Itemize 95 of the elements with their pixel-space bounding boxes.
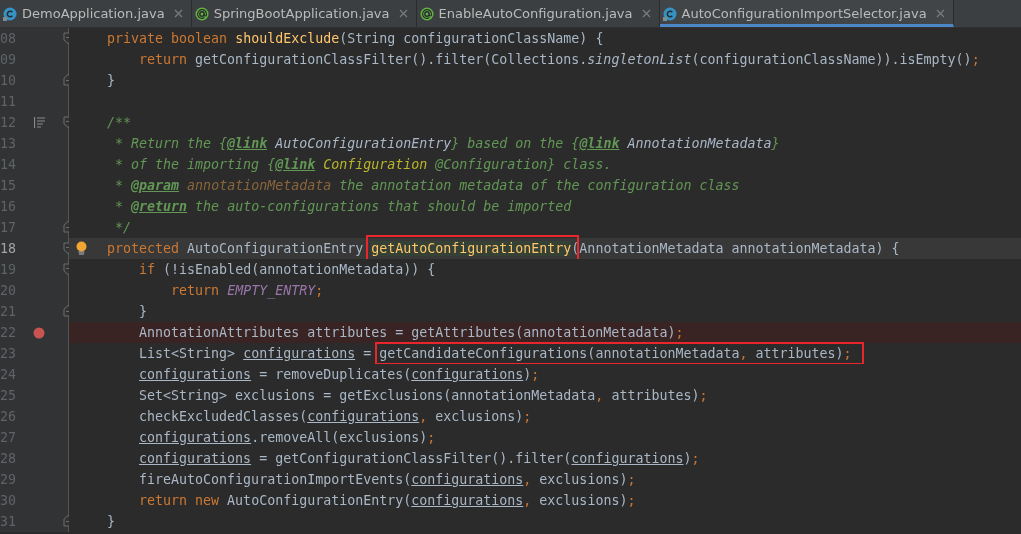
- close-icon[interactable]: [398, 9, 408, 18]
- variable-name: configurations: [411, 367, 524, 382]
- punctuation: ;: [627, 493, 636, 508]
- comment-text: *: [115, 178, 125, 193]
- comment-text: } based on the {: [451, 136, 580, 151]
- code-text: getConfigurationClassFilter().filter(Collections.: [195, 52, 588, 67]
- punctuation: ,: [419, 409, 428, 424]
- code-text: List<String>: [139, 346, 237, 361]
- close-icon[interactable]: [935, 9, 945, 18]
- variable-name: configurations: [411, 472, 524, 487]
- punctuation: ;: [531, 367, 540, 382]
- keyword: return: [139, 52, 189, 67]
- code-text: ): [523, 367, 532, 382]
- doc-reference: AutoConfigurationEntry: [275, 136, 452, 151]
- method-call: singletonList: [587, 52, 692, 67]
- keyword: if: [139, 262, 157, 277]
- comment-text: *: [115, 199, 125, 214]
- code-text: checkExcludedClasses(: [139, 409, 308, 424]
- code-text: .removeAll(exclusions): [251, 430, 428, 445]
- comment-text: the auto-configurations that should be imported: [195, 199, 572, 214]
- variable-name: configurations: [411, 493, 524, 508]
- keyword: protected: [107, 241, 181, 256]
- code-text: =: [363, 346, 373, 361]
- class-file-icon: [3, 6, 17, 21]
- code-text: AnnotationAttributes attributes = getAttributes(annotationMetadata): [139, 325, 676, 340]
- variable-name: configurations: [243, 346, 356, 361]
- code-text: AutoConfigurationEntry(: [227, 493, 412, 508]
- code-text: exclusions): [539, 493, 628, 508]
- close-icon[interactable]: [173, 9, 183, 18]
- punctuation: ;: [427, 430, 436, 445]
- code-text: = getConfigurationClassFilter().filter(: [259, 451, 572, 466]
- punctuation: ,: [523, 472, 532, 487]
- doc-tag: @return: [131, 199, 188, 214]
- method-name: getAutoConfigurationEntry: [371, 241, 572, 256]
- lightbulb-icon[interactable]: [76, 241, 87, 256]
- code-text: fireAutoConfigurationImportEvents(: [139, 472, 412, 487]
- comment-text: */: [115, 220, 132, 235]
- class-file-icon: [662, 6, 677, 21]
- comment-text: * of the importing {: [115, 157, 276, 172]
- doc-comment-icon[interactable]: [33, 117, 45, 128]
- comment-text: /**: [107, 115, 132, 130]
- method-name: shouldExclude: [235, 31, 340, 46]
- annotation-file-icon: [194, 6, 209, 21]
- doc-annotation: Configuration: [323, 157, 428, 172]
- keyword: return new: [139, 493, 221, 508]
- code-text: }: [139, 304, 148, 319]
- editor-tab[interactable]: AutoConfigurationImportSelector.java: [659, 0, 954, 27]
- code-text: }: [107, 73, 116, 88]
- code-text: }: [107, 514, 116, 529]
- variable-name: configurations: [139, 451, 252, 466]
- close-icon[interactable]: [641, 9, 651, 18]
- code-text: Set<String> exclusions = getExclusions(annotationMetadata: [139, 388, 596, 403]
- doc-tag: @link: [227, 136, 268, 151]
- punctuation: ;: [627, 472, 636, 487]
- doc-tag: @param: [131, 178, 180, 193]
- comment-text: }: [771, 136, 780, 151]
- punctuation: ,: [523, 493, 532, 508]
- code-text: attributes): [611, 388, 700, 403]
- keyword: return: [171, 283, 221, 298]
- comment-text: * Return the {: [115, 136, 228, 151]
- line-number: 18: [0, 240, 17, 258]
- breakpoint-icon[interactable]: [33, 326, 45, 339]
- code-text: AutoConfigurationEntry: [187, 241, 365, 256]
- doc-param: annotationMetadata: [187, 178, 332, 193]
- constant-name: EMPTY_ENTRY: [227, 283, 316, 298]
- annotation-file-icon: [419, 6, 434, 21]
- doc-tag: @link: [579, 136, 620, 151]
- punctuation: ;: [971, 52, 980, 67]
- code-text: exclusions): [435, 409, 524, 424]
- keyword: private boolean: [107, 31, 229, 46]
- code-text: = removeDuplicates(: [259, 367, 412, 382]
- editor-tab[interactable]: DemoApplication.java: [0, 0, 192, 27]
- variable-name: configurations: [571, 451, 684, 466]
- variable-name: configurations: [307, 409, 420, 424]
- code-text: ): [683, 451, 692, 466]
- doc-reference: AnnotationMetadata: [627, 136, 772, 151]
- code-text: (!isEnabled(annotationMetadata)) {: [163, 262, 436, 277]
- code-text: (String configurationClassName) {: [339, 31, 604, 46]
- code-text: (configurationClassName)).isEmpty(): [691, 52, 972, 67]
- punctuation: ;: [699, 388, 708, 403]
- code-text: exclusions): [539, 472, 628, 487]
- code-text: attributes): [755, 346, 844, 361]
- punctuation: ,: [595, 388, 604, 403]
- variable-name: configurations: [139, 367, 252, 382]
- punctuation: ;: [843, 346, 852, 361]
- doc-tag: @link: [275, 157, 316, 172]
- comment-text: @Configuration} class.: [435, 157, 612, 172]
- variable-name: configurations: [139, 430, 252, 445]
- punctuation: ,: [739, 346, 748, 361]
- code-text: getCandidateConfigurations(annotationMetadata: [379, 346, 740, 361]
- punctuation: ;: [315, 283, 324, 298]
- punctuation: ;: [675, 325, 684, 340]
- punctuation: ;: [691, 451, 700, 466]
- punctuation: ;: [523, 409, 532, 424]
- comment-text: the annotation metadata of the configuration class: [339, 178, 740, 193]
